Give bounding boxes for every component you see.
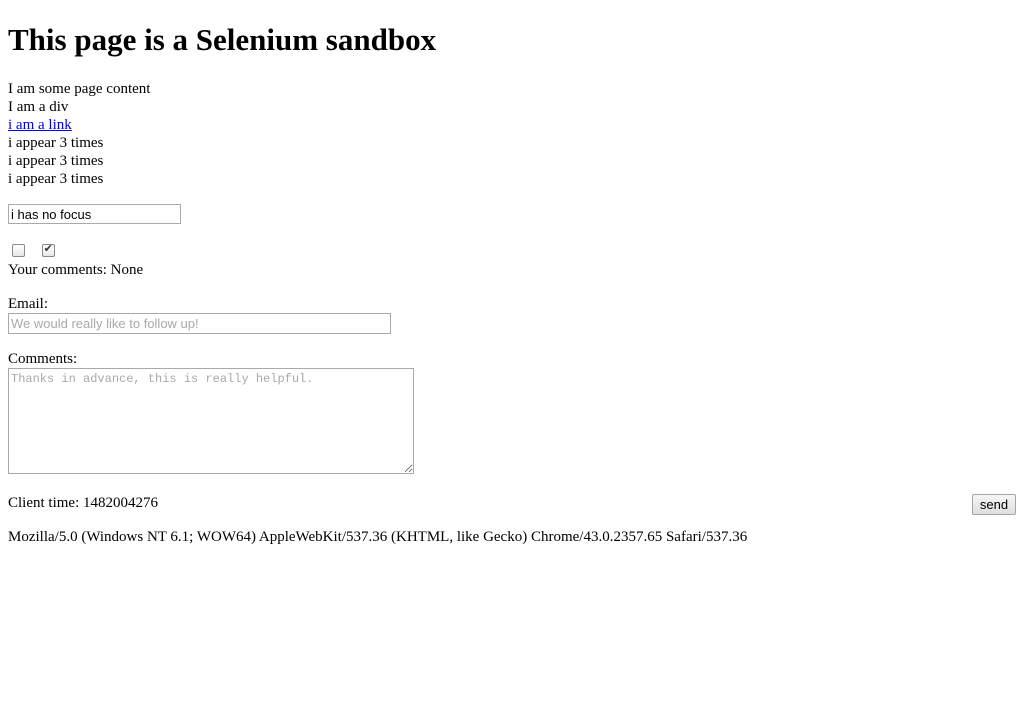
repeated-text-2: i appear 3 times	[8, 153, 104, 169]
client-time-text: Client time: 1482004276	[8, 495, 158, 511]
checkbox-checked[interactable]: ✔	[41, 242, 55, 257]
div-text: I am a div	[8, 99, 69, 115]
email-label: Email:	[8, 296, 48, 312]
focus-text-input[interactable]	[8, 204, 181, 224]
sample-link[interactable]: i am a link	[8, 117, 72, 133]
send-button[interactable]: send	[972, 494, 1016, 515]
comments-status-text: Your comments: None	[8, 262, 144, 278]
comments-textarea[interactable]	[8, 368, 414, 474]
repeated-text-3: i appear 3 times	[8, 171, 104, 187]
checkbox-group: ✔	[8, 242, 64, 257]
comments-label: Comments:	[8, 351, 78, 367]
content-block: I am some page content I am a div i am a…	[8, 80, 408, 188]
page-content-text: I am some page content	[8, 81, 151, 97]
user-agent-text: Mozilla/5.0 (Windows NT 6.1; WOW64) Appl…	[8, 529, 748, 545]
sandbox-page: This page is a Selenium sandbox I am som…	[0, 0, 1024, 707]
checkmark-icon: ✔	[43, 242, 53, 255]
page-title: This page is a Selenium sandbox	[8, 22, 437, 57]
email-field[interactable]	[8, 313, 391, 334]
checkbox-unchecked[interactable]	[12, 244, 25, 257]
repeated-text-1: i appear 3 times	[8, 135, 104, 151]
